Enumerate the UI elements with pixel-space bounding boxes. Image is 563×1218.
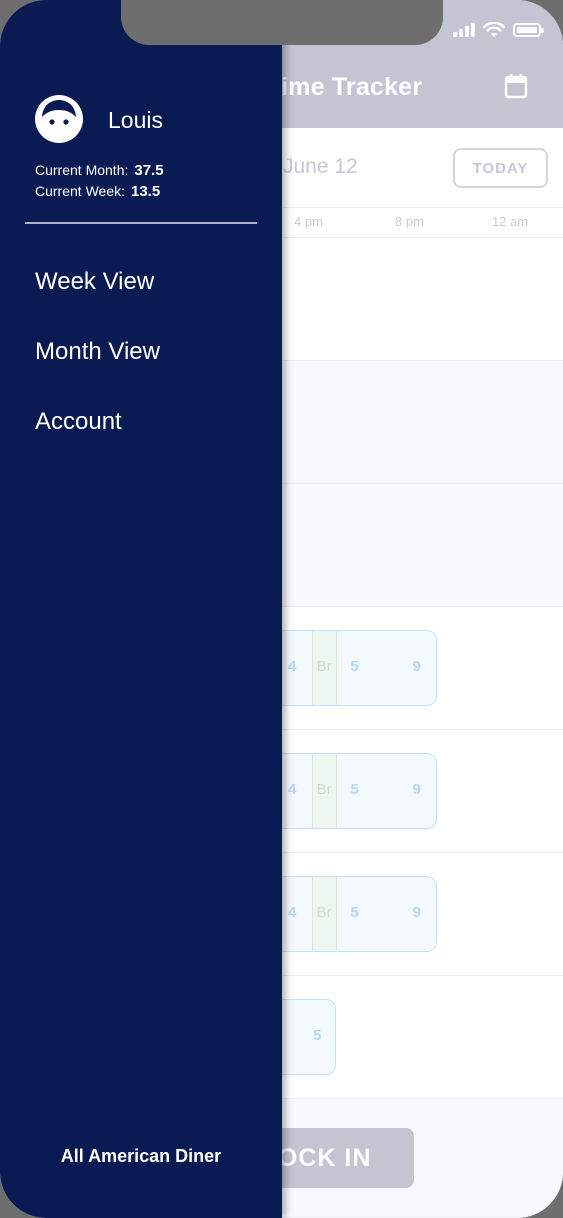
time-tick: 8 pm <box>395 214 424 229</box>
business-name: All American Diner <box>60 1146 222 1166</box>
break-label: Br <box>316 658 332 675</box>
current-week-label: Current Week: <box>35 183 125 199</box>
phone-screen: Time Tracker June 12 TODAY 4 pm 8 pm 12 … <box>0 0 563 1218</box>
shift-start: 4 <box>288 781 297 798</box>
nav-item-week-view[interactable]: Week View <box>35 268 154 296</box>
user-name: Louis <box>108 107 163 133</box>
shift-resume: 5 <box>350 781 359 798</box>
shift-resume: 5 <box>350 904 359 921</box>
navigation-drawer: Louis Current Month: 37.5 Current Week: 13… <box>0 0 282 1218</box>
shift-start: 4 <box>288 658 297 675</box>
today-button[interactable]: TODAY <box>453 148 548 188</box>
date-label: June 12 <box>283 155 358 178</box>
break-label: Br <box>316 904 332 921</box>
current-week-value: 13.5 <box>131 183 161 200</box>
break-label: Br <box>316 781 332 798</box>
shift-end: 9 <box>412 781 421 798</box>
time-tick: 12 am <box>492 214 529 229</box>
shift-end: 5 <box>313 1027 322 1044</box>
nav-item-month-view[interactable]: Month View <box>35 338 160 366</box>
drawer-divider <box>25 222 257 224</box>
shift-start: 4 <box>288 904 297 921</box>
shift-end: 9 <box>412 658 421 675</box>
current-month-label: Current Month: <box>35 162 129 178</box>
current-month-value: 37.5 <box>134 162 164 179</box>
battery-icon <box>513 23 544 37</box>
shift-end: 9 <box>412 904 421 921</box>
avatar-face-icon <box>35 95 83 143</box>
app-title: Time Tracker <box>266 73 423 101</box>
calendar-icon[interactable] <box>504 73 528 99</box>
nav-item-account[interactable]: Account <box>35 408 122 436</box>
status-bar <box>453 22 544 38</box>
current-week-stat: Current Week: 13.5 <box>35 183 160 200</box>
signal-icon <box>453 23 475 37</box>
device-notch <box>121 0 443 45</box>
time-tick: 4 pm <box>294 214 323 229</box>
wifi-icon <box>483 22 505 37</box>
current-month-stat: Current Month: 37.5 <box>35 162 164 179</box>
shift-resume: 5 <box>350 658 359 675</box>
